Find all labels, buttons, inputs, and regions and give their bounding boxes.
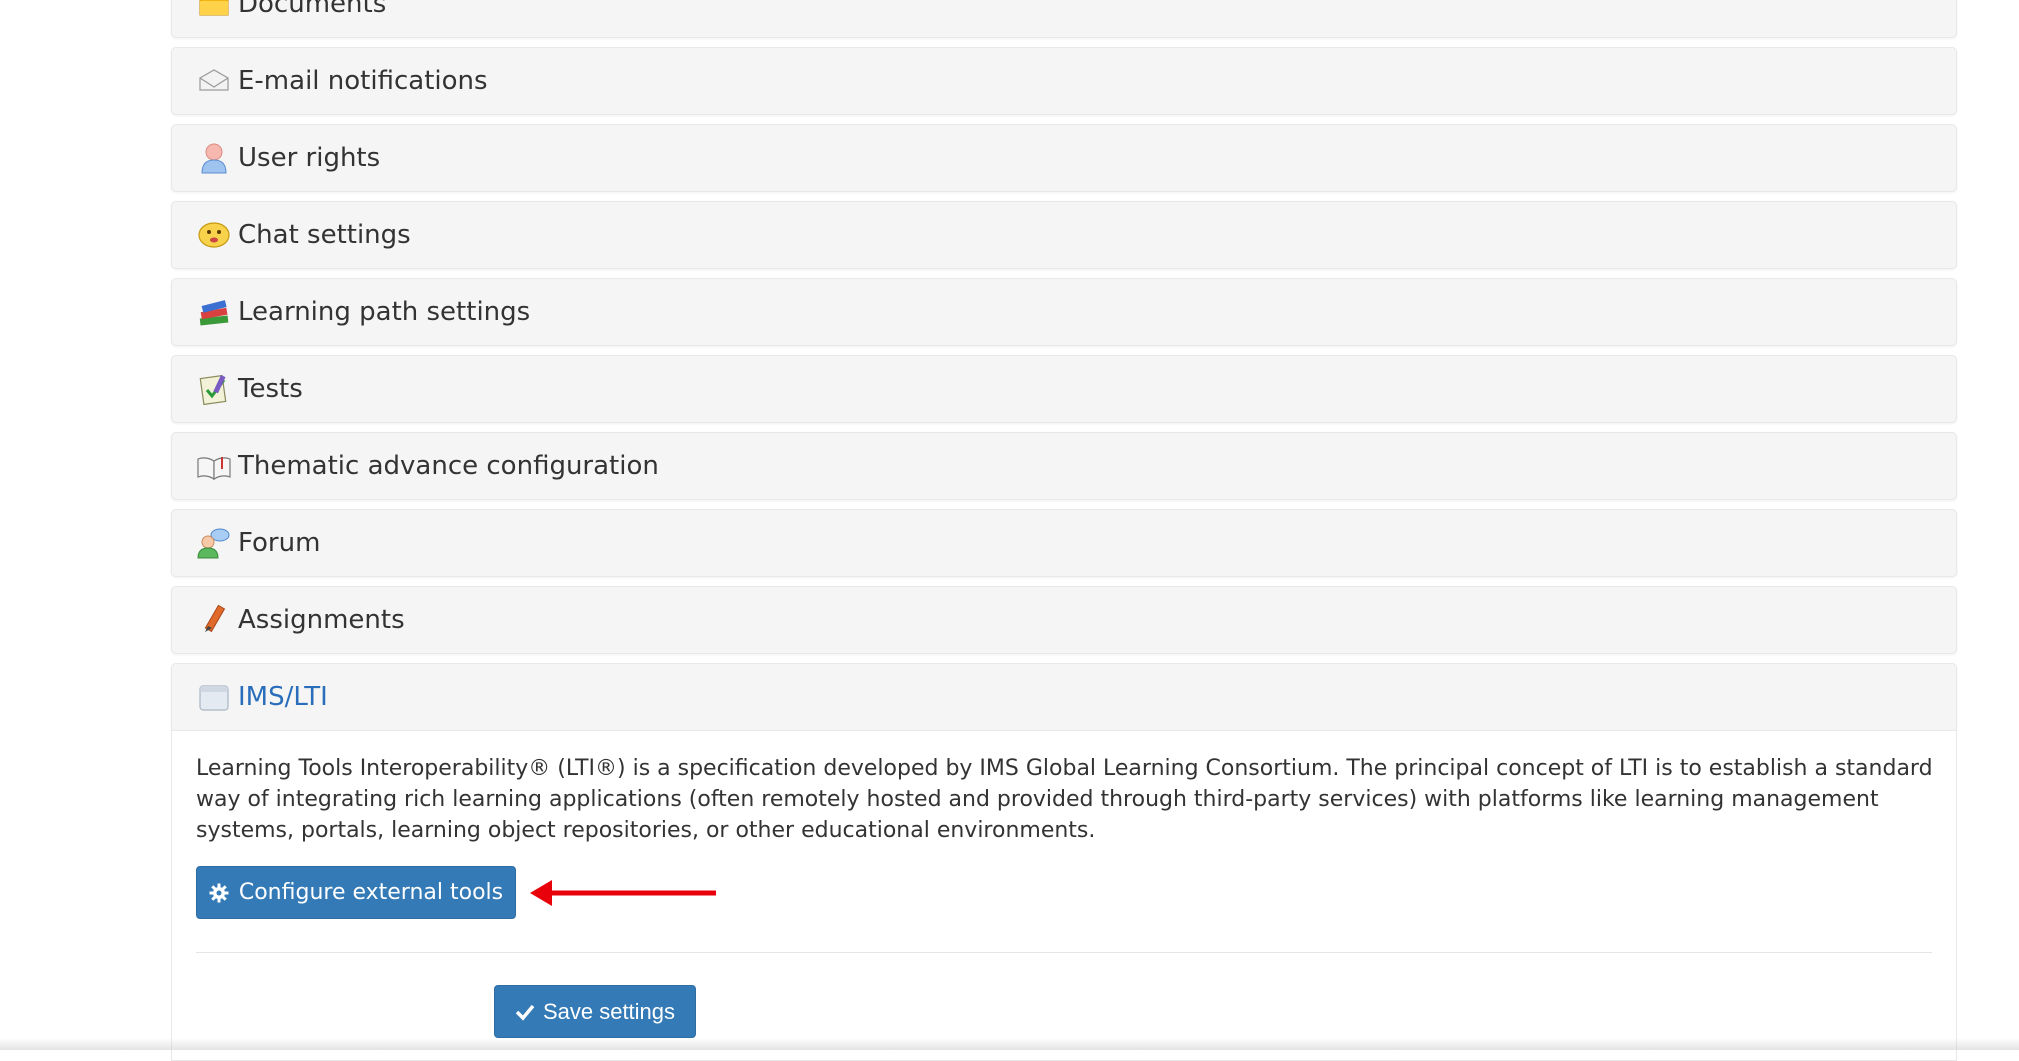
user-icon [196, 140, 232, 176]
section-title: Assignments [238, 605, 405, 635]
course-settings-accordion: Documents E-mail notifications User righ… [171, 0, 1957, 1061]
ims-lti-panel-body: Learning Tools Interoperability® (LTI®) … [171, 731, 1957, 1061]
section-title: Documents [238, 0, 387, 19]
gear-icon [209, 883, 229, 903]
section-user-rights[interactable]: User rights [171, 124, 1957, 192]
section-chat-settings[interactable]: Chat settings [171, 201, 1957, 269]
section-title: Forum [238, 528, 321, 558]
section-documents[interactable]: Documents [171, 0, 1957, 38]
configure-external-tools-button[interactable]: Configure external tools [196, 866, 516, 919]
save-settings-button[interactable]: Save settings [494, 985, 696, 1038]
section-title: Tests [238, 374, 303, 404]
section-title: Thematic advance configuration [238, 451, 659, 481]
pencil-icon [196, 602, 232, 638]
section-title-link[interactable]: IMS/LTI [238, 682, 328, 712]
lti-description: Learning Tools Interoperability® (LTI®) … [196, 756, 1933, 843]
lti-icon [196, 679, 232, 715]
check-icon [515, 1003, 535, 1021]
section-learning-path-settings[interactable]: Learning path settings [171, 278, 1957, 346]
open-book-icon [196, 448, 232, 484]
envelope-icon [196, 63, 232, 99]
annotation-arrow-icon [528, 876, 718, 914]
section-ims-lti[interactable]: IMS/LTI [171, 663, 1957, 731]
section-email-notifications[interactable]: E-mail notifications [171, 47, 1957, 115]
chat-face-icon [196, 217, 232, 253]
section-title: E-mail notifications [238, 66, 488, 96]
section-title: Chat settings [238, 220, 411, 250]
books-icon [196, 294, 232, 330]
section-title: Learning path settings [238, 297, 531, 327]
quiz-icon [196, 371, 232, 407]
forum-users-icon [196, 525, 232, 561]
section-title: User rights [238, 143, 381, 173]
section-assignments[interactable]: Assignments [171, 586, 1957, 654]
bottom-scroll-shadow [0, 1038, 2019, 1050]
section-forum[interactable]: Forum [171, 509, 1957, 577]
section-thematic-advance[interactable]: Thematic advance configuration [171, 432, 1957, 500]
save-settings-label: Save settings [542, 998, 676, 1024]
form-divider [196, 952, 1932, 953]
folder-icon [196, 0, 232, 22]
configure-external-tools-label: Configure external tools [238, 880, 504, 905]
section-tests[interactable]: Tests [171, 355, 1957, 423]
